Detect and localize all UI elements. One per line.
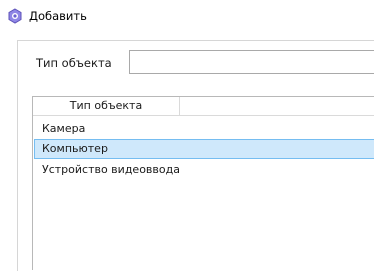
window-title: Добавить [29,9,87,23]
list-item-video-input-device[interactable]: Устройство видеоввода [34,160,374,180]
object-type-label: Тип объекта [36,56,112,70]
column-header-object-type[interactable]: Тип объекта [33,97,180,116]
list-header: Тип объекта [33,97,374,116]
app-icon [7,8,23,24]
title-bar[interactable]: Добавить [0,0,374,30]
object-type-list[interactable]: Тип объекта Камера Компьютер Устройство … [32,96,374,270]
list-item-camera[interactable]: Камера [34,119,374,139]
list-item-computer[interactable]: Компьютер [34,139,374,159]
object-type-input[interactable] [129,50,374,74]
add-dialog-window: Добавить Тип объекта Тип объекта Камера … [0,0,374,271]
